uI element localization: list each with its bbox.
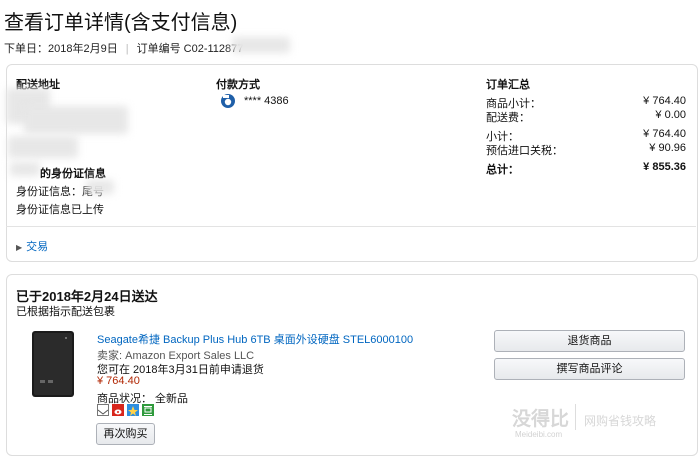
summary-label: 配送费： [486,112,530,124]
page-title: 查看订单详情(含支付信息) [4,12,238,34]
douban-share-icon[interactable] [142,404,154,416]
divider [6,226,696,227]
redacted-id [86,180,114,194]
bank-card-icon [220,93,236,109]
share-icons [97,404,154,416]
redacted-name [10,162,40,176]
summary-label: 总计： [486,164,519,176]
caret-right-icon: ▶ [16,243,23,252]
product-price: ¥ 764.40 [97,375,140,387]
return-items-button[interactable]: 退货商品 [494,330,685,352]
summary-row: 预估进口关税： ¥ 90.96 [486,142,686,158]
product-title-link[interactable]: Seagate希捷 Backup Plus Hub 6TB 桌面外设硬盘 STE… [97,331,413,347]
product-image[interactable] [30,330,76,398]
watermark-brand: 没得比 [512,408,570,430]
order-number: 订单编号 C02-112877 [136,43,244,55]
summary-label: 预估进口关税： [486,145,563,157]
card-number: **** 4386 [244,95,289,107]
order-meta: 下单日：2018年2月9日 | 订单编号 C02-112877 [4,43,244,55]
weibo-share-icon[interactable] [112,404,124,416]
summary-heading: 订单汇总 [486,79,530,91]
order-date: 下单日：2018年2月9日 [4,43,118,55]
watermark-divider [575,404,576,430]
delivery-note: 已根据指示配送包裹 [16,306,115,318]
summary-value: ¥ 855.36 [643,161,686,173]
watermark-slogan: 网购省钱攻略 [584,414,657,428]
payment-heading: 付款方式 [216,79,260,91]
transaction-link[interactable]: 交易 [26,241,48,253]
email-share-icon[interactable] [97,404,109,416]
summary-total-row: 总计： ¥ 855.36 [486,161,686,177]
redacted-address [8,136,78,158]
summary-value: ¥ 90.96 [649,142,686,154]
transaction-toggle[interactable]: ▶ 交易 [16,238,48,254]
summary-value: ¥ 0.00 [655,109,686,121]
buy-again-button[interactable]: 再次购买 [96,423,155,445]
id-uploaded: 身份证信息已上传 [16,204,104,216]
id-info-heading: 的身份证信息 [40,168,106,180]
watermark-url: Meideibi.com [515,430,563,439]
qzone-share-icon[interactable] [127,404,139,416]
redacted-address [24,106,128,134]
write-review-button[interactable]: 撰写商品评论 [494,358,685,380]
summary-row: 配送费： ¥ 0.00 [486,109,686,125]
redacted-order-number [232,37,290,53]
